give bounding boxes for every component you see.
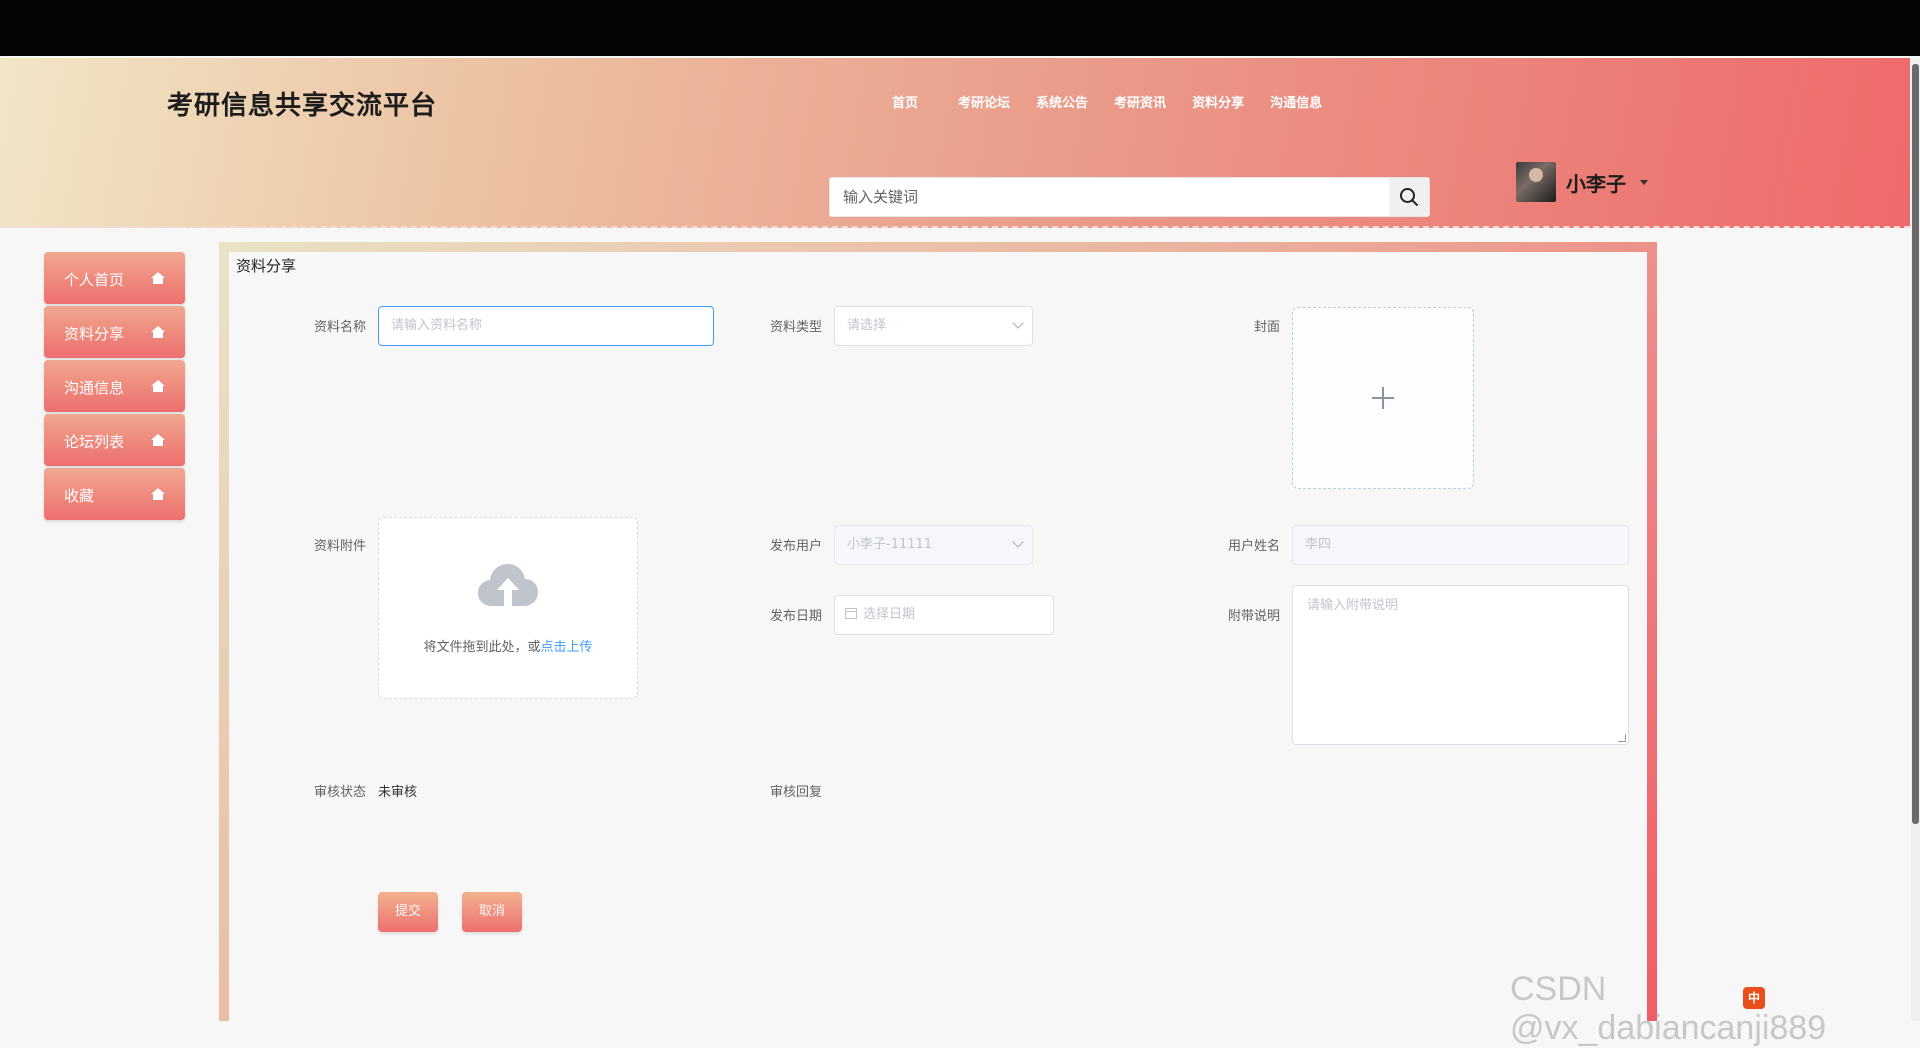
upload-link[interactable]: 点击上传	[541, 640, 593, 655]
publisher-select[interactable]: 小李子-11111	[834, 525, 1033, 565]
ime-icon[interactable]: 中	[1743, 987, 1765, 1009]
publisher-label: 发布用户	[769, 539, 822, 554]
chevron-down-icon	[1012, 536, 1024, 548]
page-scrollbar[interactable]	[1911, 58, 1920, 1021]
sidebar-item-profile[interactable]: 个人首页	[44, 252, 185, 304]
cancel-button[interactable]: 取消	[462, 892, 522, 932]
search-bar	[829, 177, 1430, 217]
note-placeholder: 请输入附带说明	[1307, 598, 1399, 613]
name-input[interactable]: 请输入资料名称	[378, 306, 714, 346]
calendar-icon	[845, 608, 857, 619]
home-icon	[151, 272, 165, 284]
site-header: 考研信息共享交流平台 首页 考研论坛 系统公告 考研资讯 资料分享 沟通信息 小…	[0, 58, 1910, 228]
caret-down-icon	[1640, 179, 1648, 185]
publisher-value: 小李子-11111	[847, 537, 933, 552]
sidebar-item-label: 沟通信息	[64, 379, 125, 397]
ime-tray: 中	[1743, 987, 1765, 1009]
search-button[interactable]	[1389, 178, 1429, 216]
resize-handle[interactable]	[1618, 734, 1626, 742]
date-placeholder: 选择日期	[863, 607, 916, 622]
upload-tip: 将文件拖到此处，或点击上传	[379, 636, 637, 655]
page-title: 资料分享	[236, 257, 297, 275]
home-icon	[151, 488, 165, 500]
main-nav: 首页 考研论坛 系统公告 考研资讯 资料分享 沟通信息	[882, 92, 1348, 111]
attachment-dropzone[interactable]: 将文件拖到此处，或点击上传	[378, 517, 638, 699]
note-textarea[interactable]: 请输入附带说明	[1292, 585, 1629, 745]
main-content-frame: 资料分享 资料名称 请输入资料名称 资料类型 请选择 封面 资料附件 将文件拖到…	[219, 242, 1657, 1021]
date-label: 发布日期	[769, 609, 822, 624]
nav-announcements[interactable]: 系统公告	[1036, 92, 1088, 111]
site-title: 考研信息共享交流平台	[167, 91, 438, 121]
material-share-form: 资料分享 资料名称 请输入资料名称 资料类型 请选择 封面 资料附件 将文件拖到…	[229, 252, 1647, 1021]
cloud-upload-icon	[478, 564, 538, 606]
chevron-down-icon	[1012, 317, 1024, 329]
sidebar-item-messages[interactable]: 沟通信息	[44, 360, 185, 412]
name-label: 资料名称	[313, 320, 366, 335]
avatar	[1516, 162, 1556, 202]
sidebar-item-forum-list[interactable]: 论坛列表	[44, 414, 185, 466]
plus-icon	[1372, 387, 1394, 409]
user-menu[interactable]: 小李子	[1516, 162, 1648, 202]
type-select-placeholder: 请选择	[847, 318, 887, 333]
browser-top-bar	[0, 0, 1920, 56]
sidebar-item-label: 论坛列表	[64, 433, 125, 451]
username: 小李子	[1566, 171, 1626, 196]
sidebar-item-label: 收藏	[64, 487, 95, 505]
search-input[interactable]	[830, 178, 1385, 216]
nav-home[interactable]: 首页	[892, 92, 918, 111]
scrollbar-thumb[interactable]	[1912, 64, 1919, 824]
submit-button[interactable]: 提交	[378, 892, 438, 932]
nav-forum[interactable]: 考研论坛	[958, 92, 1010, 111]
sidebar-item-label: 资料分享	[64, 325, 125, 343]
upload-tip-text: 将文件拖到此处，或	[423, 640, 541, 655]
home-icon	[151, 380, 165, 392]
note-label: 附带说明	[1227, 609, 1280, 624]
sidebar-item-label: 个人首页	[64, 271, 125, 289]
home-icon	[151, 326, 165, 338]
sidebar-item-materials[interactable]: 资料分享	[44, 306, 185, 358]
nav-materials[interactable]: 资料分享	[1192, 92, 1244, 111]
audit-status-value: 未审核	[378, 785, 418, 800]
sidebar-item-favorites[interactable]: 收藏	[44, 468, 185, 520]
nav-messages[interactable]: 沟通信息	[1270, 92, 1322, 111]
cover-upload[interactable]	[1292, 307, 1474, 489]
realname-value: 李四	[1305, 537, 1332, 552]
search-icon	[1400, 188, 1419, 207]
type-select[interactable]: 请选择	[834, 306, 1033, 346]
home-icon	[151, 434, 165, 446]
realname-input[interactable]: 李四	[1292, 525, 1629, 565]
realname-label: 用户姓名	[1227, 539, 1280, 554]
watermark: CSDN @vx_dabiancanji889	[1510, 970, 1827, 1047]
nav-news[interactable]: 考研资讯	[1114, 92, 1166, 111]
sidebar: 个人首页 资料分享 沟通信息 论坛列表 收藏	[44, 252, 185, 522]
type-label: 资料类型	[769, 320, 822, 335]
attachment-label: 资料附件	[313, 539, 366, 554]
cover-label: 封面	[1253, 320, 1280, 335]
audit-reply-label: 审核回复	[769, 785, 822, 800]
name-input-placeholder: 请输入资料名称	[391, 318, 483, 333]
audit-status-label: 审核状态	[313, 785, 366, 800]
date-picker[interactable]: 选择日期	[834, 595, 1054, 635]
